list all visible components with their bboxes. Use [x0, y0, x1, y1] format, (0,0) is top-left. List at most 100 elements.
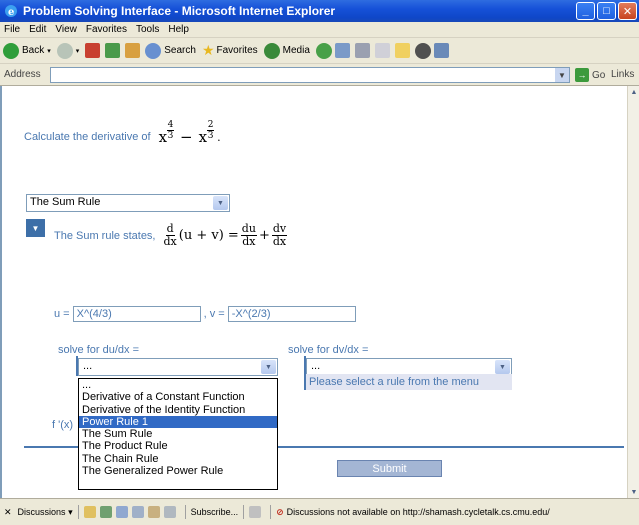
exp2-numerator: 2 [207, 119, 214, 130]
separator-3 [243, 505, 245, 519]
du-over-dx: du dx [240, 223, 257, 248]
mail-icon[interactable] [334, 43, 350, 58]
frac-dx-2: dx [242, 235, 256, 248]
refresh-icon[interactable] [105, 43, 121, 58]
option-chain-rule[interactable]: The Chain Rule [79, 453, 277, 465]
minimize-icon: _ [582, 5, 589, 17]
svg-text:e: e [8, 7, 14, 18]
dv-chevron-down-icon[interactable]: ▼ [495, 360, 510, 374]
back-dropdown-icon: ▾ [47, 47, 51, 55]
media-button[interactable]: Media [263, 42, 310, 59]
research-icon[interactable] [433, 43, 449, 58]
dv-over-dx: dv dx [271, 223, 288, 248]
base-x2: x [198, 128, 208, 146]
edit-icon[interactable] [374, 43, 390, 58]
submit-button[interactable]: Submit [337, 460, 442, 477]
menu-file[interactable]: File [4, 24, 20, 35]
discussions-status: Discussions not available on http://sham… [286, 507, 550, 517]
stop-icon[interactable] [85, 43, 101, 58]
media-label: Media [282, 45, 310, 56]
period: . [217, 130, 221, 144]
close-button[interactable]: ✕ [618, 2, 637, 20]
menu-favorites[interactable]: Favorites [86, 24, 127, 35]
scroll-down-icon[interactable]: ▼ [628, 486, 639, 498]
folder-icon[interactable] [394, 43, 410, 58]
discussions-button[interactable]: Discussions ▾ [18, 507, 73, 518]
rule-select-value: The Sum Rule [30, 196, 101, 208]
menu-edit[interactable]: Edit [29, 24, 46, 35]
option-ellipsis[interactable]: ... [79, 379, 277, 391]
back-button[interactable]: Back ▾ [3, 42, 51, 59]
option-constant-function[interactable]: Derivative of a Constant Function [79, 391, 277, 403]
menu-help[interactable]: Help [168, 24, 189, 35]
favorites-button[interactable]: ★ Favorites [202, 42, 258, 59]
option-sum-rule[interactable]: The Sum Rule [79, 428, 277, 440]
du-rule-select[interactable]: ... ▼ [78, 358, 278, 376]
forward-arrow-icon [56, 42, 73, 59]
back-arrow-icon [3, 42, 19, 59]
solve-dv-label: solve for dv/dx = [288, 344, 369, 356]
close-discussions-icon[interactable]: ✕ [4, 507, 12, 518]
address-bar: Address ▼ → Go Links [0, 64, 639, 86]
maximize-button[interactable]: □ [597, 2, 616, 20]
messenger-icon[interactable] [414, 42, 431, 59]
reply-icon[interactable] [99, 506, 112, 518]
history-icon[interactable] [315, 42, 332, 59]
frac-dx: dx [163, 235, 177, 248]
address-input[interactable]: ▼ [50, 67, 570, 83]
problem-prompt: Calculate the derivative of [24, 131, 151, 143]
option-power-rule-1[interactable]: Power Rule 1 [79, 415, 277, 429]
rule-select[interactable]: The Sum Rule ▼ [26, 194, 230, 212]
separator [77, 505, 79, 519]
unavailable-icon: ⊘ [276, 506, 284, 517]
new-discussion-icon[interactable] [83, 506, 96, 518]
go-arrow-icon: → [575, 68, 589, 82]
du-select-value: ... [83, 360, 93, 372]
u-label: u = [54, 308, 70, 320]
maximize-icon: □ [603, 5, 610, 17]
dv-select-value: ... [311, 360, 321, 372]
browser-toolbar: Back ▾ ▾ Search ★ Favorites Media [0, 38, 639, 64]
go-button[interactable]: → Go [575, 68, 605, 82]
links-label[interactable]: Links [611, 69, 634, 80]
option-generalized-power-rule[interactable]: The Generalized Power Rule [79, 465, 277, 477]
collapse-icon[interactable] [131, 506, 144, 518]
subscribe-button[interactable]: Subscribe... [191, 507, 239, 517]
close-icon: ✕ [622, 5, 633, 18]
u-field[interactable]: X^(4/3) [72, 306, 201, 322]
window-title: Problem Solving Interface - Microsoft In… [23, 4, 336, 18]
sum-rule-text: The Sum rule states, [54, 229, 156, 242]
stop-discussions-icon[interactable] [163, 506, 176, 518]
exponent-1: 4 3 [167, 120, 175, 141]
menu-view[interactable]: View [55, 24, 77, 35]
forward-button[interactable]: ▾ [56, 42, 79, 59]
panel-icon[interactable] [249, 506, 262, 518]
search-button[interactable]: Search [145, 42, 196, 59]
refresh-discussions-icon[interactable] [147, 506, 160, 518]
scroll-up-icon[interactable]: ▲ [628, 86, 639, 98]
u-plus-v: (u + v) = [178, 228, 239, 243]
exp2-denominator: 3 [207, 130, 214, 141]
problem-statement: Calculate the derivative of x 4 3 − x 2 … [24, 120, 221, 147]
minimize-button[interactable]: _ [576, 2, 595, 20]
exp1-denominator: 3 [167, 130, 174, 141]
option-identity-function[interactable]: Derivative of the Identity Function [79, 404, 277, 416]
expand-icon[interactable] [115, 506, 128, 518]
v-field[interactable]: -X^(2/3) [227, 306, 356, 322]
address-label: Address [4, 69, 41, 80]
search-label: Search [164, 45, 196, 56]
triangle-down-icon: ▼ [31, 223, 40, 233]
collapse-button[interactable]: ▼ [26, 219, 45, 237]
home-icon[interactable] [125, 43, 141, 58]
v-label: , v = [203, 308, 225, 320]
sum-rule-statement: The Sum rule states, d dx (u + v) = du d… [54, 223, 289, 248]
address-dropdown-icon[interactable]: ▼ [555, 68, 569, 82]
option-product-rule[interactable]: The Product Rule [79, 440, 277, 452]
print-icon[interactable] [354, 43, 370, 58]
title-bar: e Problem Solving Interface - Microsoft … [0, 0, 639, 22]
vertical-scrollbar[interactable]: ▲ ▼ [627, 86, 639, 498]
du-chevron-down-icon[interactable]: ▼ [261, 360, 276, 374]
menu-tools[interactable]: Tools [136, 24, 159, 35]
discussions-label: Discussions [17, 506, 66, 517]
chevron-down-icon[interactable]: ▼ [213, 196, 228, 210]
